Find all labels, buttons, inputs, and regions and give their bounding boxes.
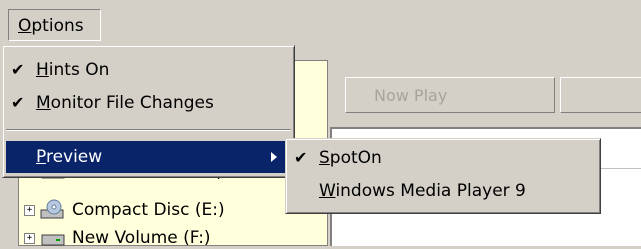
secondary-button[interactable]	[560, 77, 641, 113]
checkmark-icon: ✔	[11, 93, 25, 112]
expand-icon[interactable]: +	[24, 233, 35, 244]
menu-options-accel: O	[18, 16, 32, 36]
compact-disc-icon	[40, 199, 64, 219]
menu-item-spoton[interactable]: ✔ SpotOn	[289, 142, 597, 174]
list-divider	[600, 168, 641, 169]
menu-options-label: ptions	[31, 16, 84, 36]
submenu-arrow-icon	[271, 152, 277, 162]
expand-icon[interactable]: +	[24, 205, 35, 216]
menu-item-hints-on[interactable]: ✔ Hints On	[6, 54, 291, 86]
menu-bar: Options	[0, 0, 641, 46]
options-menu: ✔ Hints On ✔ Monitor File Changes Previe…	[2, 45, 295, 178]
checkmark-icon: ✔	[11, 60, 25, 79]
preview-submenu: ✔ SpotOn Windows Media Player 9	[285, 138, 601, 214]
menu-item-preview[interactable]: Preview	[6, 141, 291, 173]
menu-item-label: SpotOn	[319, 148, 382, 168]
menu-item-monitor-file-changes[interactable]: ✔ Monitor File Changes	[6, 87, 291, 119]
tree-item-label: Compact Disc (E:)	[72, 200, 225, 220]
hard-drive-icon	[41, 234, 65, 246]
menu-separator	[6, 129, 291, 131]
menu-item-label: Hints On	[36, 60, 110, 80]
checkmark-icon: ✔	[294, 148, 308, 167]
menu-options[interactable]: Options	[8, 9, 101, 41]
menu-item-label: Preview	[36, 147, 103, 167]
menu-item-windows-media-player[interactable]: Windows Media Player 9	[289, 175, 597, 207]
now-play-button[interactable]: Now Play	[345, 77, 555, 113]
menu-item-label: Windows Media Player 9	[319, 181, 526, 201]
menu-item-label: Monitor File Changes	[36, 93, 214, 113]
